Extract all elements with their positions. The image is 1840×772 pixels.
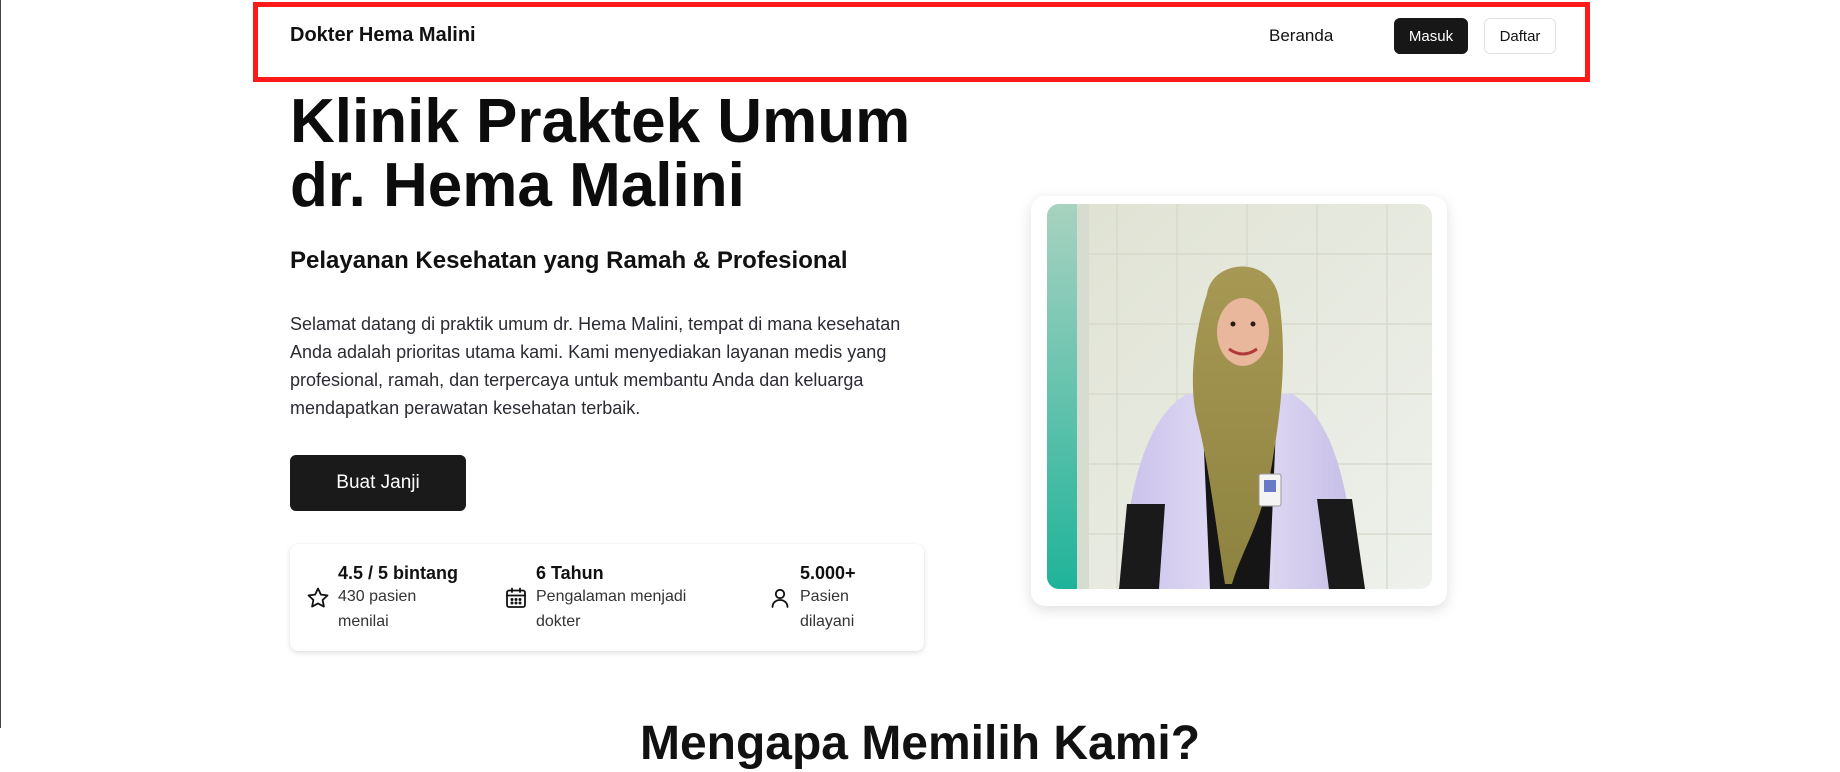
make-appointment-button[interactable]: Buat Janji [290,455,466,511]
login-button[interactable]: Masuk [1394,18,1468,54]
user-icon [771,588,789,608]
stat-rating-title: 4.5 / 5 bintang [338,563,459,583]
stat-experience-title: 6 Tahun [536,563,604,583]
stat-patients-subtitle: Pasien dilayani [800,588,855,630]
doctor-photo-card [1031,196,1447,606]
stats-card: 4.5 / 5 bintang 430 pasien menilai 6 Tah… [290,544,924,651]
hero-title-line-1: Klinik Praktek Umum [290,87,911,156]
doctor-photo [1047,204,1432,589]
star-icon [307,587,329,608]
stat-experience-subtitle: Pengalaman menjadi dokter [536,588,687,630]
hero-title: Klinik Praktek Umum dr. Hema Malini [290,90,1010,218]
doctor-portrait-image [1047,204,1432,589]
nav-link-home[interactable]: Beranda [1269,26,1333,46]
window-left-edge [0,0,1,728]
stat-patients-title: 5.000+ [800,563,856,583]
hero-description: Selamat datang di praktik umum dr. Hema … [290,314,901,418]
calendar-icon [506,587,526,608]
hero-subtitle: Pelayanan Kesehatan yang Ramah & Profesi… [290,247,848,274]
stat-rating-subtitle: 430 pasien menilai [338,588,417,630]
next-section-title: Mengapa Memilih Kami? [639,717,1201,770]
hero-title-line-2: dr. Hema Malini [290,151,745,220]
brand-logo-text[interactable]: Dokter Hema Malini [290,24,476,47]
register-button[interactable]: Daftar [1484,18,1556,54]
